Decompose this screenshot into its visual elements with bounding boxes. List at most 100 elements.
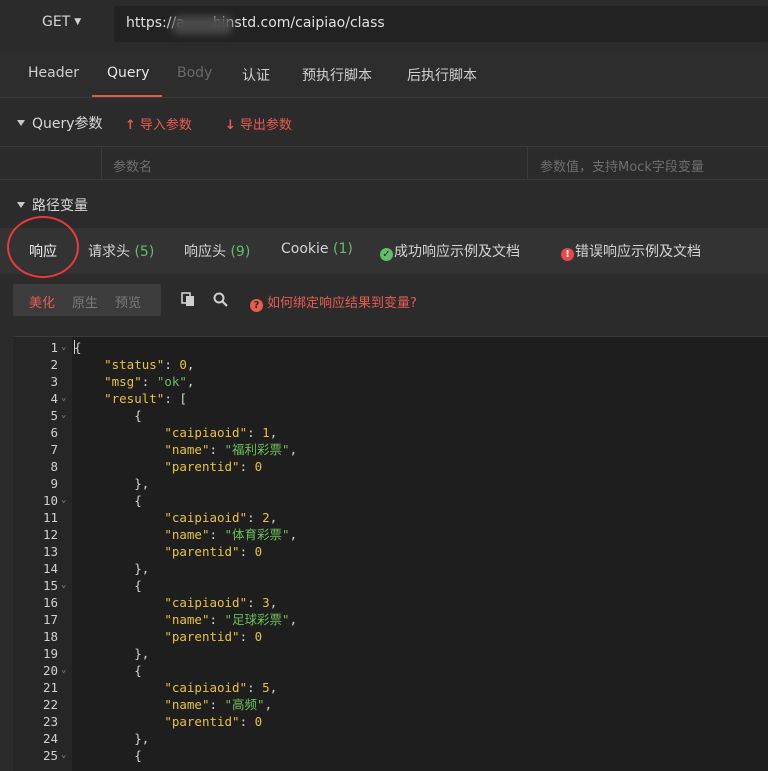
- tab-auth[interactable]: 认证: [242, 65, 270, 85]
- tab-response-headers-label: 响应头: [184, 244, 226, 260]
- count-badge: (1): [332, 241, 353, 257]
- tab-error-example[interactable]: ! 错误响应示例及文档: [561, 241, 701, 261]
- line-number: 17: [42, 612, 58, 627]
- response-code-editor[interactable]: 1 ⌄{2 "status": 0, 3 "msg": "ok", 4 ⌄ "resul…: [13, 336, 768, 771]
- red-circle-annotation: [7, 216, 79, 278]
- line-number: 9: [50, 476, 58, 491]
- code-line: 15 ⌄ {: [13, 577, 768, 594]
- tab-body[interactable]: Body: [177, 65, 212, 81]
- collapse-triangle-icon[interactable]: [17, 120, 25, 126]
- view-pretty-button[interactable]: 美化: [29, 292, 55, 311]
- code-line: 18 "parentid": 0: [13, 628, 768, 645]
- collapse-triangle-icon[interactable]: [17, 202, 25, 208]
- query-params-header: Query参数 ↑ 导入参数 ↓ 导出参数: [0, 100, 768, 146]
- text-cursor: [74, 340, 75, 354]
- code-line: 17 "name": "足球彩票",: [13, 611, 768, 628]
- tab-pre-script[interactable]: 预执行脚本: [302, 65, 372, 85]
- code-text: },: [134, 561, 150, 576]
- copy-icon[interactable]: [181, 292, 196, 311]
- code-line: 22 "name": "高频",: [13, 696, 768, 713]
- tab-cookie[interactable]: Cookie (1): [281, 241, 353, 257]
- code-line: 3 "msg": "ok",: [13, 373, 768, 390]
- line-number: 14: [42, 561, 58, 576]
- code-text: "name": "体育彩票",: [164, 527, 298, 542]
- fold-chevron-icon[interactable]: ⌄: [61, 407, 66, 424]
- view-raw-button[interactable]: 原生: [72, 292, 98, 311]
- line-number: 13: [42, 544, 58, 559]
- code-text: "status": 0,: [104, 357, 195, 372]
- tab-request-headers[interactable]: 请求头 (5): [88, 241, 154, 261]
- line-number: 25: [42, 748, 58, 763]
- help-text: 如何绑定响应结果到变量?: [267, 296, 417, 311]
- param-checkbox-cell: [0, 147, 102, 180]
- search-icon[interactable]: [213, 292, 228, 311]
- bind-variable-help-link[interactable]: ? 如何绑定响应结果到变量?: [250, 292, 417, 312]
- code-line: 21 "caipiaoid": 5,: [13, 679, 768, 696]
- line-number: 23: [42, 714, 58, 729]
- line-number: 12: [42, 527, 58, 542]
- code-line: 11 "caipiaoid": 2,: [13, 509, 768, 526]
- line-number: 10: [42, 493, 58, 508]
- code-line: 7 "name": "福利彩票",: [13, 441, 768, 458]
- method-select[interactable]: GET ▼: [42, 14, 81, 30]
- code-text: "caipiaoid": 5,: [164, 680, 278, 695]
- line-number: 3: [50, 374, 58, 389]
- code-text: {: [134, 578, 142, 593]
- code-line: 8 "parentid": 0: [13, 458, 768, 475]
- line-number: 24: [42, 731, 58, 746]
- code-text: "parentid": 0: [164, 544, 263, 559]
- code-text: "msg": "ok",: [104, 374, 195, 389]
- code-text: "caipiaoid": 2,: [164, 510, 278, 525]
- code-line: 16 "caipiaoid": 3,: [13, 594, 768, 611]
- line-number: 2: [50, 357, 58, 372]
- param-row: 参数名 参数值，支持Mock字段变量: [0, 146, 768, 180]
- code-line: 10 ⌄ {: [13, 492, 768, 509]
- export-params-button[interactable]: ↓ 导出参数: [225, 114, 292, 133]
- param-value-input[interactable]: 参数值，支持Mock字段变量: [529, 147, 768, 180]
- code-text: "result": [: [104, 391, 187, 406]
- code-line: 20 ⌄ {: [13, 662, 768, 679]
- tab-success-example[interactable]: ✓ 成功响应示例及文档: [380, 241, 520, 261]
- code-line: 24 },: [13, 730, 768, 747]
- code-line: 4 ⌄ "result": [: [13, 390, 768, 407]
- code-text: "parentid": 0: [164, 714, 263, 729]
- fold-chevron-icon[interactable]: ⌄: [61, 747, 66, 764]
- fold-chevron-icon[interactable]: ⌄: [61, 492, 66, 509]
- code-text: "name": "足球彩票",: [164, 612, 298, 627]
- url-text: https://a binstd.com/caipiao/class: [126, 15, 385, 31]
- view-preview-button[interactable]: 预览: [115, 292, 141, 311]
- code-text: "name": "福利彩票",: [164, 442, 298, 457]
- check-circle-icon: ✓: [380, 248, 393, 261]
- code-text: "caipiaoid": 3,: [164, 595, 278, 610]
- code-line: 14 },: [13, 560, 768, 577]
- active-tab-indicator: [92, 95, 162, 97]
- param-name-input[interactable]: 参数名: [102, 147, 528, 180]
- line-number: 4: [50, 391, 58, 406]
- line-number: 18: [42, 629, 58, 644]
- view-mode-segment: 美化 原生 预览: [13, 284, 161, 316]
- code-line: 1 ⌄ {: [13, 339, 768, 356]
- line-number: 8: [50, 459, 58, 474]
- tab-post-script[interactable]: 后执行脚本: [407, 65, 477, 85]
- tab-query[interactable]: Query: [107, 65, 150, 81]
- fold-chevron-icon[interactable]: ⌄: [61, 339, 66, 356]
- code-line: 2 "status": 0,: [13, 356, 768, 373]
- fold-chevron-icon[interactable]: ⌄: [61, 662, 66, 679]
- line-number: 7: [50, 442, 58, 457]
- url-input[interactable]: https://a binstd.com/caipiao/class: [114, 6, 768, 42]
- code-text: {: [134, 408, 142, 423]
- import-params-button[interactable]: ↑ 导入参数: [125, 114, 192, 133]
- fold-chevron-icon[interactable]: ⌄: [61, 577, 66, 594]
- count-badge: (9): [230, 244, 251, 260]
- tab-response-headers[interactable]: 响应头 (9): [184, 241, 250, 261]
- fold-chevron-icon[interactable]: ⌄: [61, 390, 66, 407]
- code-text: {: [134, 748, 142, 763]
- tab-header[interactable]: Header: [28, 65, 79, 81]
- code-text: {: [74, 340, 82, 355]
- tab-success-example-label: 成功响应示例及文档: [394, 244, 520, 260]
- code-text: },: [134, 646, 150, 661]
- code-text: "caipiaoid": 1,: [164, 425, 278, 440]
- request-tabs: Header Query Body 认证 预执行脚本 后执行脚本: [0, 52, 768, 98]
- code-text: },: [134, 731, 150, 746]
- redacted-blur: [172, 16, 232, 34]
